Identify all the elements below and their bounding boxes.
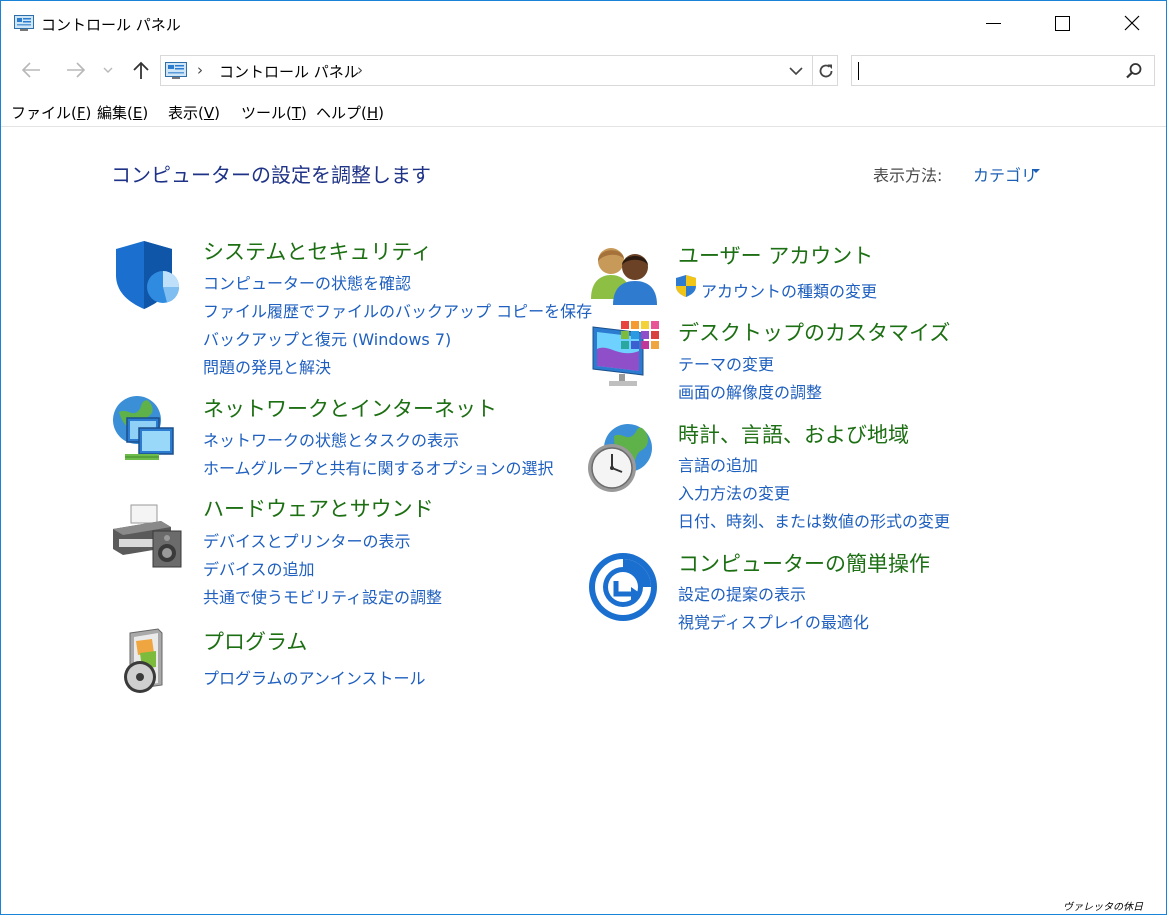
link-troubleshoot[interactable]: 問題の発見と解決 — [203, 354, 331, 378]
desktop-customize-icon[interactable] — [589, 319, 661, 391]
close-icon — [1124, 15, 1140, 31]
breadcrumb-separator[interactable]: › — [197, 61, 203, 79]
menu-file[interactable]: ファイル(F) — [11, 102, 91, 123]
category-hardware-sound[interactable]: ハードウェアとサウンド — [203, 493, 434, 523]
category-programs[interactable]: プログラム — [203, 626, 307, 656]
view-by-label: 表示方法: — [873, 166, 943, 185]
breadcrumb[interactable]: コントロール パネル — [219, 61, 359, 82]
search-box[interactable] — [851, 55, 1155, 86]
ease-of-access-icon[interactable] — [587, 551, 659, 623]
link-uninstall-program[interactable]: プログラムのアンインストール — [203, 665, 426, 689]
link-file-history-backup[interactable]: ファイル履歴でファイルのバックアップ コピーを保存 — [203, 298, 592, 322]
link-devices-printers[interactable]: デバイスとプリンターの表示 — [203, 528, 411, 552]
close-button[interactable] — [1109, 1, 1155, 45]
up-button[interactable] — [129, 57, 153, 83]
link-change-input-method[interactable]: 入力方法の変更 — [678, 480, 790, 504]
menu-edit[interactable]: 編集(E) — [97, 102, 148, 123]
text-cursor — [858, 62, 859, 80]
category-network-internet[interactable]: ネットワークとインターネット — [203, 393, 497, 423]
security-shield-icon[interactable] — [111, 239, 183, 311]
link-homegroup-sharing[interactable]: ホームグループと共有に関するオプションの選択 — [203, 455, 554, 479]
minimize-button[interactable] — [970, 1, 1016, 45]
menu-view[interactable]: 表示(V) — [168, 102, 220, 123]
title-bar[interactable]: コントロール パネル — [1, 1, 1166, 47]
printer-speaker-icon[interactable] — [111, 501, 183, 573]
control-panel-window: コントロール パネル › コントロール パネル › ファイル(F) 編集(E) … — [0, 0, 1167, 915]
control-panel-icon — [165, 62, 187, 79]
link-adjust-resolution[interactable]: 画面の解像度の調整 — [678, 379, 822, 403]
category-user-accounts[interactable]: ユーザー アカウント — [678, 240, 873, 270]
window-title: コントロール パネル — [41, 16, 181, 34]
link-add-device[interactable]: デバイスの追加 — [203, 556, 315, 580]
link-add-language[interactable]: 言語の追加 — [678, 452, 758, 476]
uac-shield-icon — [676, 275, 696, 297]
link-optimize-visual-display[interactable]: 視覚ディスプレイの最適化 — [678, 609, 869, 633]
search-icon[interactable] — [1124, 61, 1144, 81]
network-icon[interactable] — [109, 394, 181, 466]
user-accounts-icon[interactable] — [589, 241, 661, 313]
category-system-security[interactable]: システムとセキュリティ — [203, 236, 432, 266]
category-ease-of-access[interactable]: コンピューターの簡単操作 — [678, 548, 930, 578]
clock-globe-icon[interactable] — [584, 422, 656, 494]
refresh-button[interactable] — [812, 56, 838, 85]
up-arrow-icon — [133, 61, 149, 79]
minimize-icon — [985, 22, 1001, 24]
breadcrumb-separator[interactable]: › — [357, 61, 363, 79]
link-network-status[interactable]: ネットワークの状態とタスクの表示 — [203, 427, 459, 451]
link-change-account-type[interactable]: アカウントの種類の変更 — [701, 278, 877, 302]
menu-tools[interactable]: ツール(T) — [241, 102, 307, 123]
back-button[interactable] — [19, 57, 43, 83]
forward-arrow-icon — [67, 62, 86, 78]
programs-icon[interactable] — [116, 627, 188, 699]
menu-help[interactable]: ヘルプ(H) — [316, 102, 384, 123]
back-arrow-icon — [21, 62, 40, 78]
link-backup-restore[interactable]: バックアップと復元 (Windows 7) — [203, 326, 451, 350]
dropdown-caret-icon[interactable] — [1032, 169, 1040, 173]
chevron-down-icon — [789, 66, 803, 75]
link-check-computer-status[interactable]: コンピューターの状態を確認 — [203, 270, 411, 294]
address-dropdown-button[interactable] — [785, 61, 807, 81]
page-title: コンピューターの設定を調整します — [111, 163, 431, 187]
maximize-button[interactable] — [1039, 1, 1085, 45]
view-by-dropdown[interactable]: カテゴリ — [973, 162, 1037, 186]
navigation-bar: › コントロール パネル › — [1, 51, 1166, 89]
recent-locations-button[interactable] — [99, 57, 117, 83]
link-change-theme[interactable]: テーマの変更 — [678, 351, 774, 375]
category-clock-language-region[interactable]: 時計、言語、および地域 — [678, 419, 909, 449]
menu-bar: ファイル(F) 編集(E) 表示(V) ツール(T) ヘルプ(H) — [1, 99, 1166, 127]
search-input[interactable] — [862, 60, 1112, 82]
refresh-icon — [819, 64, 832, 77]
link-recommended-settings[interactable]: 設定の提案の表示 — [678, 581, 806, 605]
address-bar[interactable]: › コントロール パネル › — [160, 55, 838, 86]
category-desktop-customize[interactable]: デスクトップのカスタマイズ — [678, 317, 950, 347]
forward-button[interactable] — [64, 57, 88, 83]
link-mobility-settings[interactable]: 共通で使うモビリティ設定の調整 — [203, 584, 442, 608]
control-panel-icon — [14, 15, 34, 31]
chevron-down-icon — [103, 67, 113, 73]
watermark-text: ヴァレッタの休日 — [1063, 902, 1143, 913]
link-date-time-format[interactable]: 日付、時刻、または数値の形式の変更 — [678, 508, 950, 532]
maximize-icon — [1054, 15, 1070, 31]
